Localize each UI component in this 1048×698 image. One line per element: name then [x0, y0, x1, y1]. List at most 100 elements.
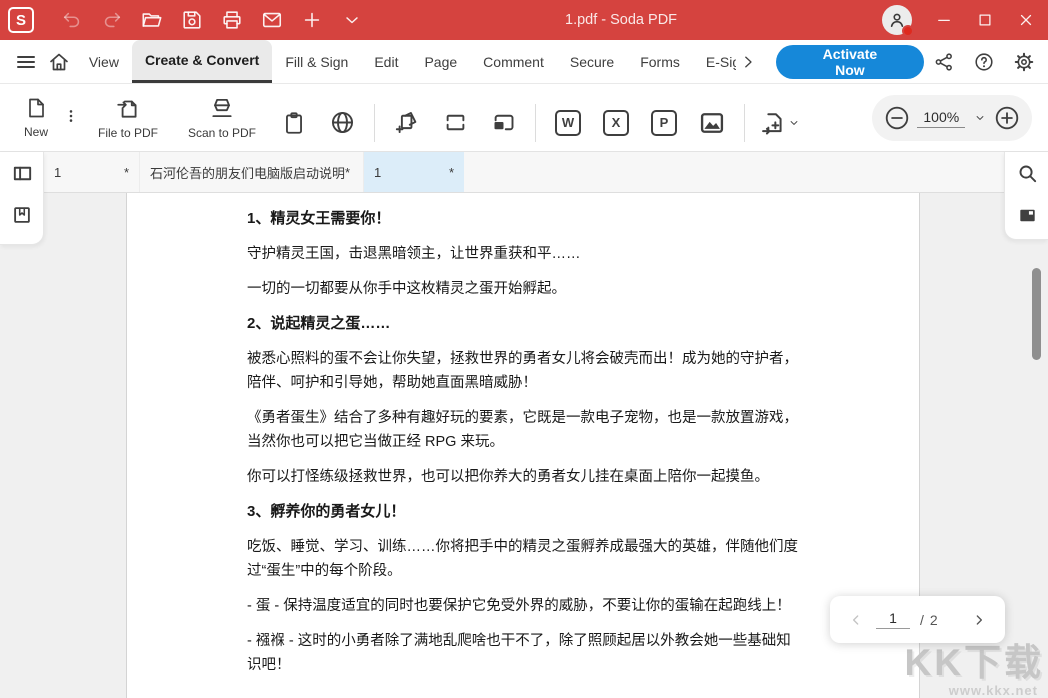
bookmark-icon: [11, 204, 33, 226]
undo-icon: [61, 9, 83, 31]
app-logo: S: [8, 7, 34, 33]
pdf-to-word-button[interactable]: W: [544, 110, 592, 136]
page-number-input[interactable]: 1: [876, 610, 910, 629]
file-to-pdf-button[interactable]: File to PDF: [82, 95, 174, 140]
email-button[interactable]: [252, 0, 292, 40]
pdf-to-image-button[interactable]: [688, 109, 736, 137]
zoom-controls: 100%: [872, 95, 1032, 141]
split-document-button[interactable]: [431, 109, 479, 136]
watermark-title: KK下载: [905, 643, 1044, 683]
save-button[interactable]: [172, 0, 212, 40]
tab-modified-asterisk: *: [124, 165, 129, 180]
chevron-down-icon: [973, 111, 987, 125]
document-tab-3-active[interactable]: 1 *: [364, 152, 464, 192]
previous-page-button[interactable]: [844, 608, 868, 632]
new-document-button[interactable]: New: [12, 96, 60, 139]
document-tab-bar: 1 * 石河伦吾的朋友们电脑版启动说明 * 1 *: [0, 152, 1048, 193]
chevron-down-icon: [787, 116, 801, 130]
tab-modified-asterisk: *: [449, 165, 454, 180]
menu-item-view[interactable]: View: [76, 40, 132, 83]
page-separator: /: [920, 612, 924, 628]
mail-icon: [261, 9, 283, 31]
minimize-button[interactable]: [923, 0, 964, 40]
word-icon: W: [555, 110, 581, 136]
zoom-level-dropdown[interactable]: [973, 111, 987, 125]
doc-paragraph: - 襁褓 - 这时的小勇者除了满地乱爬啥也干不了，除了照顾起居以外教会她一些基础…: [247, 629, 801, 677]
pdf-to-powerpoint-button[interactable]: P: [640, 110, 688, 136]
menu-item-page[interactable]: Page: [411, 40, 470, 83]
menu-item-edit[interactable]: Edit: [361, 40, 411, 83]
main-menu-button[interactable]: [10, 40, 43, 83]
file-to-pdf-label: File to PDF: [98, 126, 158, 140]
menu-item-esign[interactable]: E-Sig: [693, 40, 736, 83]
add-button[interactable]: [292, 0, 332, 40]
page-thumbnails-button[interactable]: [1005, 194, 1048, 236]
menu-item-forms[interactable]: Forms: [627, 40, 693, 83]
share-button[interactable]: [924, 40, 964, 83]
zoom-in-button[interactable]: [994, 105, 1020, 131]
undo-button[interactable]: [52, 0, 92, 40]
title-bar: S 1.pdf - Soda PDF: [0, 0, 1048, 40]
open-file-button[interactable]: [132, 0, 172, 40]
page-preview-icon: [1016, 204, 1039, 227]
print-button[interactable]: [212, 0, 252, 40]
menu-item-comment[interactable]: Comment: [470, 40, 557, 83]
export-pdf-button[interactable]: [759, 109, 801, 137]
user-avatar[interactable]: [882, 5, 912, 35]
toolbar-divider: [535, 104, 536, 142]
page-navigator: 1 / 2: [830, 596, 1005, 643]
document-tab-2[interactable]: 石河伦吾的朋友们电脑版启动说明 *: [140, 152, 364, 192]
scan-to-pdf-label: Scan to PDF: [188, 126, 256, 140]
menu-item-create-convert[interactable]: Create & Convert: [132, 40, 272, 83]
zoom-out-button[interactable]: [884, 105, 910, 131]
new-options-button[interactable]: [60, 105, 82, 127]
picture-in-picture-button[interactable]: [479, 109, 527, 136]
document-tab-1[interactable]: 1 *: [44, 152, 140, 192]
home-icon: [47, 50, 71, 74]
close-button[interactable]: [1005, 0, 1046, 40]
hamburger-icon: [14, 50, 38, 74]
scan-to-pdf-button[interactable]: Scan to PDF: [174, 95, 270, 140]
redo-button[interactable]: [92, 0, 132, 40]
web-to-pdf-button[interactable]: [318, 109, 366, 136]
chevron-right-icon: [971, 612, 987, 628]
watermark: KK下载 www.kkx.net: [905, 643, 1044, 698]
doc-paragraph: 被悉心照料的蛋不会让你失望，拯救世界的勇者女儿将会破壳而出！成为她的守护者，陪伴…: [247, 347, 801, 395]
merge-files-icon: [394, 109, 421, 136]
tab-label: 1: [54, 165, 61, 180]
create-convert-toolbar: New File to PDF Scan to PDF W X P: [0, 84, 1048, 152]
kebab-icon: [63, 105, 79, 127]
share-icon: [933, 51, 955, 73]
pdf-to-excel-button[interactable]: X: [592, 110, 640, 136]
more-tools-button[interactable]: [332, 0, 372, 40]
search-button[interactable]: [1005, 152, 1048, 194]
notification-badge: [902, 25, 914, 37]
vertical-scrollbar-thumb[interactable]: [1032, 268, 1041, 360]
help-icon: [973, 51, 995, 73]
settings-button[interactable]: [1004, 40, 1044, 83]
menu-bar: View Create & Convert Fill & Sign Edit P…: [0, 40, 1048, 84]
menu-overflow-button[interactable]: [736, 40, 760, 83]
help-button[interactable]: [964, 40, 1004, 83]
sidebar-toggle-button[interactable]: [0, 152, 44, 194]
menu-item-fill-sign[interactable]: Fill & Sign: [272, 40, 361, 83]
folder-open-icon: [141, 9, 163, 31]
zoom-level-value[interactable]: 100%: [917, 109, 965, 128]
doc-paragraph: 《勇者蛋生》结合了多种有趣好玩的要素，它既是一款电子宠物，也是一款放置游戏，当然…: [247, 406, 801, 454]
print-icon: [221, 9, 243, 31]
maximize-button[interactable]: [964, 0, 1005, 40]
search-icon: [1016, 162, 1039, 185]
menu-item-secure[interactable]: Secure: [557, 40, 627, 83]
activate-now-button[interactable]: Activate Now: [776, 45, 924, 79]
document-page[interactable]: 1、精灵女王需要你！ 守护精灵王国，击退黑暗领主，让世界重获和平…… 一切的一切…: [126, 193, 920, 698]
home-button[interactable]: [43, 40, 76, 83]
next-page-button[interactable]: [967, 608, 991, 632]
doc-heading: 1、精灵女王需要你！: [247, 207, 801, 231]
paste-button[interactable]: [270, 110, 318, 136]
chevron-down-icon: [342, 10, 362, 30]
merge-files-button[interactable]: [383, 109, 431, 136]
powerpoint-icon: P: [651, 110, 677, 136]
doc-paragraph: 守护精灵王国，击退黑暗领主，让世界重获和平……: [247, 242, 801, 266]
bookmarks-button[interactable]: [0, 194, 44, 236]
doc-paragraph: 你可以打怪练级拯救世界，也可以把你养大的勇者女儿挂在桌面上陪你一起摸鱼。: [247, 465, 801, 489]
